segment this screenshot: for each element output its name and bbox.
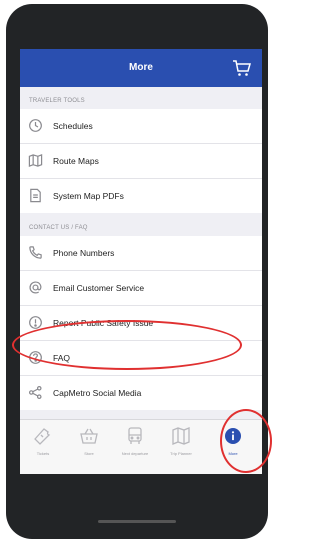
contact-header: CONTACT US / FAQ [29,225,88,231]
tab-next-departure[interactable]: Next departure [112,426,158,466]
menu-item-label: Email Customer Service [53,283,145,293]
home-indicator [98,520,176,523]
menu-item-route-maps[interactable]: Route Maps [20,144,262,179]
menu-item-capmetro-social-media[interactable]: CapMetro Social Media [20,376,262,410]
shopping-cart-icon[interactable] [232,59,252,77]
menu-item-email-customer-service[interactable]: Email Customer Service [20,271,262,306]
shopping-basket-icon [80,428,98,444]
map-icon [28,153,43,168]
menu-item-label: Phone Numbers [53,248,115,258]
annotation-circle-report [12,320,242,370]
traveler-tools-header: TRAVELER TOOLS [29,98,85,104]
nav-bar: More [20,49,262,87]
tab-trip-planner[interactable]: Trip Planner [158,426,204,466]
tab-tickets[interactable]: Tickets [20,426,66,466]
tab-store[interactable]: Store [66,426,112,466]
document-icon [30,188,41,203]
menu-item-phone-numbers[interactable]: Phone Numbers [20,236,262,271]
page-title: More [129,62,153,73]
ticket-icon [34,428,51,445]
map-icon [172,427,190,445]
traveler-tools-group: Schedules Route Maps System Map PDFs [20,109,262,213]
menu-item-label: System Map PDFs [53,191,124,201]
phone-icon [29,246,42,259]
clock-icon [29,119,42,132]
menu-item-schedules[interactable]: Schedules [20,109,262,144]
at-sign-icon [29,281,42,294]
share-icon [28,385,42,400]
annotation-circle-more-tab [220,409,272,473]
bus-icon [128,427,142,444]
menu-item-label: Schedules [53,121,93,131]
menu-item-label: CapMetro Social Media [53,388,142,398]
menu-item-system-map-pdfs[interactable]: System Map PDFs [20,179,262,213]
app-screen: More TRAVELER TOOLS Schedules Route Maps… [20,49,262,474]
menu-item-label: Route Maps [53,156,99,166]
